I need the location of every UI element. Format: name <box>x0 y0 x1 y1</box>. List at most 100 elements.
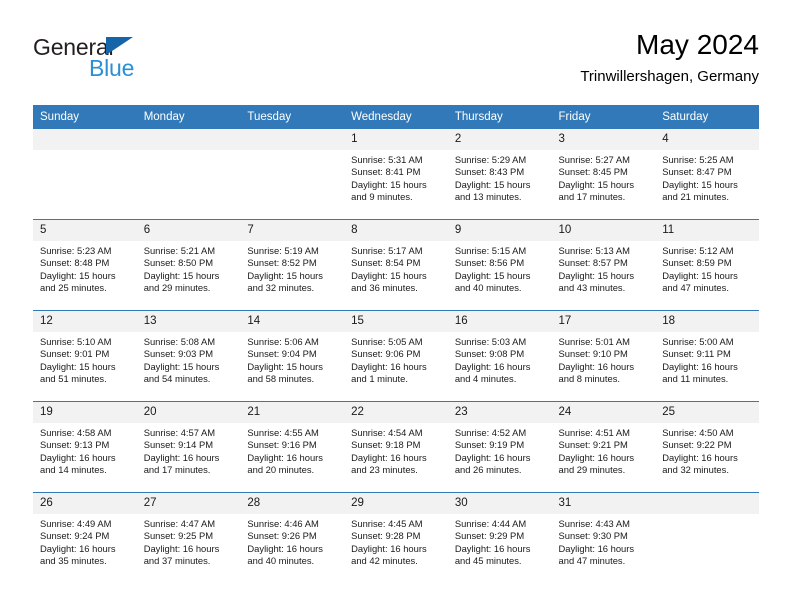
day-details: Sunrise: 5:03 AM Sunset: 9:08 PM Daylight:… <box>448 332 552 385</box>
calendar-day-cell[interactable]: 25 Sunrise: 4:50 AM Sunset: 9:22 PM Dayligh… <box>655 401 759 493</box>
sunset-text: Sunset: 9:11 PM <box>662 348 731 360</box>
day-number: 7 <box>240 220 345 241</box>
calendar-day-cell[interactable]: 8 Sunrise: 5:17 AM Sunset: 8:54 PM Daylight… <box>344 219 448 311</box>
day-details: Sunrise: 5:01 AM Sunset: 9:10 PM Daylight:… <box>552 332 656 385</box>
sunrise-text: Sunrise: 5:21 AM <box>143 245 216 256</box>
sunset-text: Sunset: 9:03 PM <box>143 348 214 360</box>
calendar-day-cell[interactable]: 5 Sunrise: 5:23 AM Sunset: 8:48 PM Daylight… <box>33 219 137 311</box>
day-details: Sunrise: 5:27 AM Sunset: 8:45 PM Daylight:… <box>552 150 656 203</box>
calendar-day-cell[interactable]: 7 Sunrise: 5:19 AM Sunset: 8:52 PM Daylight… <box>240 219 345 311</box>
calendar-day-cell[interactable]: 27 Sunrise: 4:47 AM Sunset: 9:25 PM Dayligh… <box>136 492 241 583</box>
sunset-text: Sunset: 9:21 PM <box>558 439 628 451</box>
daylight-text: Daylight: 15 hours and 58 minutes. <box>247 360 323 384</box>
daylight-text: Daylight: 15 hours and 29 minutes. <box>143 269 220 293</box>
daylight-text: Daylight: 16 hours and 23 minutes. <box>351 451 427 475</box>
calendar-day-cell[interactable]: 11 Sunrise: 5:12 AM Sunset: 8:59 PM Dayligh… <box>655 219 759 311</box>
day-number: 3 <box>551 129 656 150</box>
calendar-day-cell[interactable]: 20 Sunrise: 4:57 AM Sunset: 9:14 PM Dayligh… <box>136 401 241 493</box>
calendar-day-cell[interactable]: 26 Sunrise: 4:49 AM Sunset: 9:24 PM Dayligh… <box>33 492 137 583</box>
general-blue-logo[interactable]: General Blue <box>33 34 213 88</box>
calendar-page: General Blue May 2024 Trinwillershagen, … <box>0 0 792 612</box>
sunset-text: Sunset: 9:01 PM <box>40 348 110 360</box>
day-number: 9 <box>447 220 552 241</box>
sunrise-text: Sunrise: 5:06 AM <box>247 336 319 347</box>
sunrise-text: Sunrise: 5:25 AM <box>662 154 734 165</box>
sunrise-text: Sunrise: 4:51 AM <box>558 427 630 438</box>
day-number <box>136 129 241 150</box>
calendar-day-cell[interactable]: 10 Sunrise: 5:13 AM Sunset: 8:57 PM Dayligh… <box>551 219 656 311</box>
calendar-day-cell[interactable]: 19 Sunrise: 4:58 AM Sunset: 9:13 PM Dayligh… <box>33 401 137 493</box>
day-details: Sunrise: 5:17 AM Sunset: 8:54 PM Daylight:… <box>344 241 448 294</box>
sunrise-text: Sunrise: 5:01 AM <box>558 336 630 347</box>
daylight-text: Daylight: 15 hours and 40 minutes. <box>454 269 531 293</box>
day-number: 4 <box>655 129 759 150</box>
calendar-grid: Sunday Monday Tuesday Wednesday Thursday… <box>33 105 759 583</box>
daylight-text: Daylight: 16 hours and 32 minutes. <box>662 451 738 475</box>
day-details: Sunrise: 5:08 AM Sunset: 9:03 PM Daylight:… <box>137 332 241 385</box>
daylight-text: Daylight: 15 hours and 25 minutes. <box>40 269 116 293</box>
calendar-day-cell[interactable]: 30 Sunrise: 4:44 AM Sunset: 9:29 PM Dayligh… <box>447 492 552 583</box>
calendar-day-cell[interactable]: 21 Sunrise: 4:55 AM Sunset: 9:16 PM Dayligh… <box>240 401 345 493</box>
daylight-text: Daylight: 16 hours and 1 minute. <box>351 360 427 384</box>
calendar-day-cell[interactable]: 28 Sunrise: 4:46 AM Sunset: 9:26 PM Dayligh… <box>240 492 345 583</box>
calendar-day-cell[interactable]: 18 Sunrise: 5:00 AM Sunset: 9:11 PM Dayligh… <box>655 310 759 402</box>
daylight-text: Daylight: 15 hours and 51 minutes. <box>40 360 116 384</box>
daylight-text: Daylight: 16 hours and 14 minutes. <box>40 451 116 475</box>
daylight-text: Daylight: 16 hours and 35 minutes. <box>40 542 116 566</box>
day-number <box>240 129 345 150</box>
calendar-day-cell[interactable]: 14 Sunrise: 5:06 AM Sunset: 9:04 PM Dayligh… <box>240 310 345 402</box>
calendar-day-cell[interactable]: 4 Sunrise: 5:25 AM Sunset: 8:47 PM Daylight… <box>655 129 759 220</box>
calendar-week-row: 26 Sunrise: 4:49 AM Sunset: 9:24 PM Dayligh… <box>33 492 759 583</box>
day-details: Sunrise: 5:12 AM Sunset: 8:59 PM Daylight:… <box>655 241 759 294</box>
day-details: Sunrise: 5:31 AM Sunset: 8:41 PM Daylight:… <box>344 150 448 203</box>
calendar-day-cell[interactable]: 6 Sunrise: 5:21 AM Sunset: 8:50 PM Daylight… <box>136 219 241 311</box>
sunset-text: Sunset: 9:06 PM <box>351 348 421 360</box>
day-number: 14 <box>240 311 345 332</box>
daylight-text: Daylight: 16 hours and 29 minutes. <box>558 451 635 475</box>
day-details: Sunrise: 5:29 AM Sunset: 8:43 PM Daylight:… <box>448 150 552 203</box>
day-details: Sunrise: 5:21 AM Sunset: 8:50 PM Daylight:… <box>137 241 241 294</box>
sunrise-text: Sunrise: 5:13 AM <box>558 245 630 256</box>
calendar-week-row: 12 Sunrise: 5:10 AM Sunset: 9:01 PM Dayligh… <box>33 310 759 402</box>
day-number: 19 <box>33 402 137 423</box>
day-details: Sunrise: 4:52 AM Sunset: 9:19 PM Daylight:… <box>448 423 552 476</box>
calendar-day-cell[interactable]: 13 Sunrise: 5:08 AM Sunset: 9:03 PM Dayligh… <box>136 310 241 402</box>
calendar-day-cell[interactable]: 31 Sunrise: 4:43 AM Sunset: 9:30 PM Dayligh… <box>551 492 656 583</box>
calendar-week-row: 19 Sunrise: 4:58 AM Sunset: 9:13 PM Dayligh… <box>33 401 759 493</box>
calendar-day-cell[interactable]: 1 Sunrise: 5:31 AM Sunset: 8:41 PM Daylight… <box>344 129 448 220</box>
sunrise-text: Sunrise: 4:47 AM <box>143 518 216 529</box>
day-details: Sunrise: 5:15 AM Sunset: 8:56 PM Daylight:… <box>448 241 552 294</box>
sunset-text: Sunset: 8:50 PM <box>143 257 214 269</box>
calendar-day-cell-empty <box>655 492 759 583</box>
calendar-day-cell[interactable]: 17 Sunrise: 5:01 AM Sunset: 9:10 PM Dayligh… <box>551 310 656 402</box>
calendar-day-cell[interactable]: 16 Sunrise: 5:03 AM Sunset: 9:08 PM Dayligh… <box>447 310 552 402</box>
daylight-text: Daylight: 16 hours and 20 minutes. <box>247 451 323 475</box>
logo-triangle-icon <box>106 37 133 55</box>
day-number: 25 <box>655 402 759 423</box>
calendar-day-cell[interactable]: 9 Sunrise: 5:15 AM Sunset: 8:56 PM Daylight… <box>447 219 552 311</box>
day-details: Sunrise: 5:10 AM Sunset: 9:01 PM Daylight:… <box>33 332 137 385</box>
daylight-text: Daylight: 15 hours and 32 minutes. <box>247 269 323 293</box>
calendar-day-cell[interactable]: 3 Sunrise: 5:27 AM Sunset: 8:45 PM Daylight… <box>551 129 656 220</box>
sunset-text: Sunset: 9:26 PM <box>247 530 317 542</box>
sunrise-text: Sunrise: 5:03 AM <box>454 336 527 347</box>
calendar-day-cell[interactable]: 29 Sunrise: 4:45 AM Sunset: 9:28 PM Dayligh… <box>344 492 448 583</box>
day-number: 20 <box>136 402 241 423</box>
calendar-day-cell[interactable]: 23 Sunrise: 4:52 AM Sunset: 9:19 PM Dayligh… <box>447 401 552 493</box>
calendar-day-cell[interactable]: 12 Sunrise: 5:10 AM Sunset: 9:01 PM Dayligh… <box>33 310 137 402</box>
day-details: Sunrise: 4:46 AM Sunset: 9:26 PM Daylight:… <box>240 514 344 567</box>
sunrise-text: Sunrise: 5:12 AM <box>662 245 734 256</box>
calendar-day-cell[interactable]: 24 Sunrise: 4:51 AM Sunset: 9:21 PM Dayligh… <box>551 401 656 493</box>
day-details: Sunrise: 4:49 AM Sunset: 9:24 PM Daylight:… <box>33 514 137 567</box>
day-number: 6 <box>136 220 241 241</box>
sunrise-text: Sunrise: 5:23 AM <box>40 245 112 256</box>
sunset-text: Sunset: 9:04 PM <box>247 348 317 360</box>
calendar-day-cell-empty <box>136 129 241 220</box>
calendar-day-cell[interactable]: 15 Sunrise: 5:05 AM Sunset: 9:06 PM Dayligh… <box>344 310 448 402</box>
calendar-week-row: 1 Sunrise: 5:31 AM Sunset: 8:41 PM Daylight… <box>33 129 759 220</box>
day-details: Sunrise: 5:13 AM Sunset: 8:57 PM Daylight:… <box>552 241 656 294</box>
day-number <box>655 493 759 514</box>
calendar-day-cell[interactable]: 2 Sunrise: 5:29 AM Sunset: 8:43 PM Daylight… <box>447 129 552 220</box>
day-number: 21 <box>240 402 345 423</box>
calendar-day-cell[interactable]: 22 Sunrise: 4:54 AM Sunset: 9:18 PM Dayligh… <box>344 401 448 493</box>
